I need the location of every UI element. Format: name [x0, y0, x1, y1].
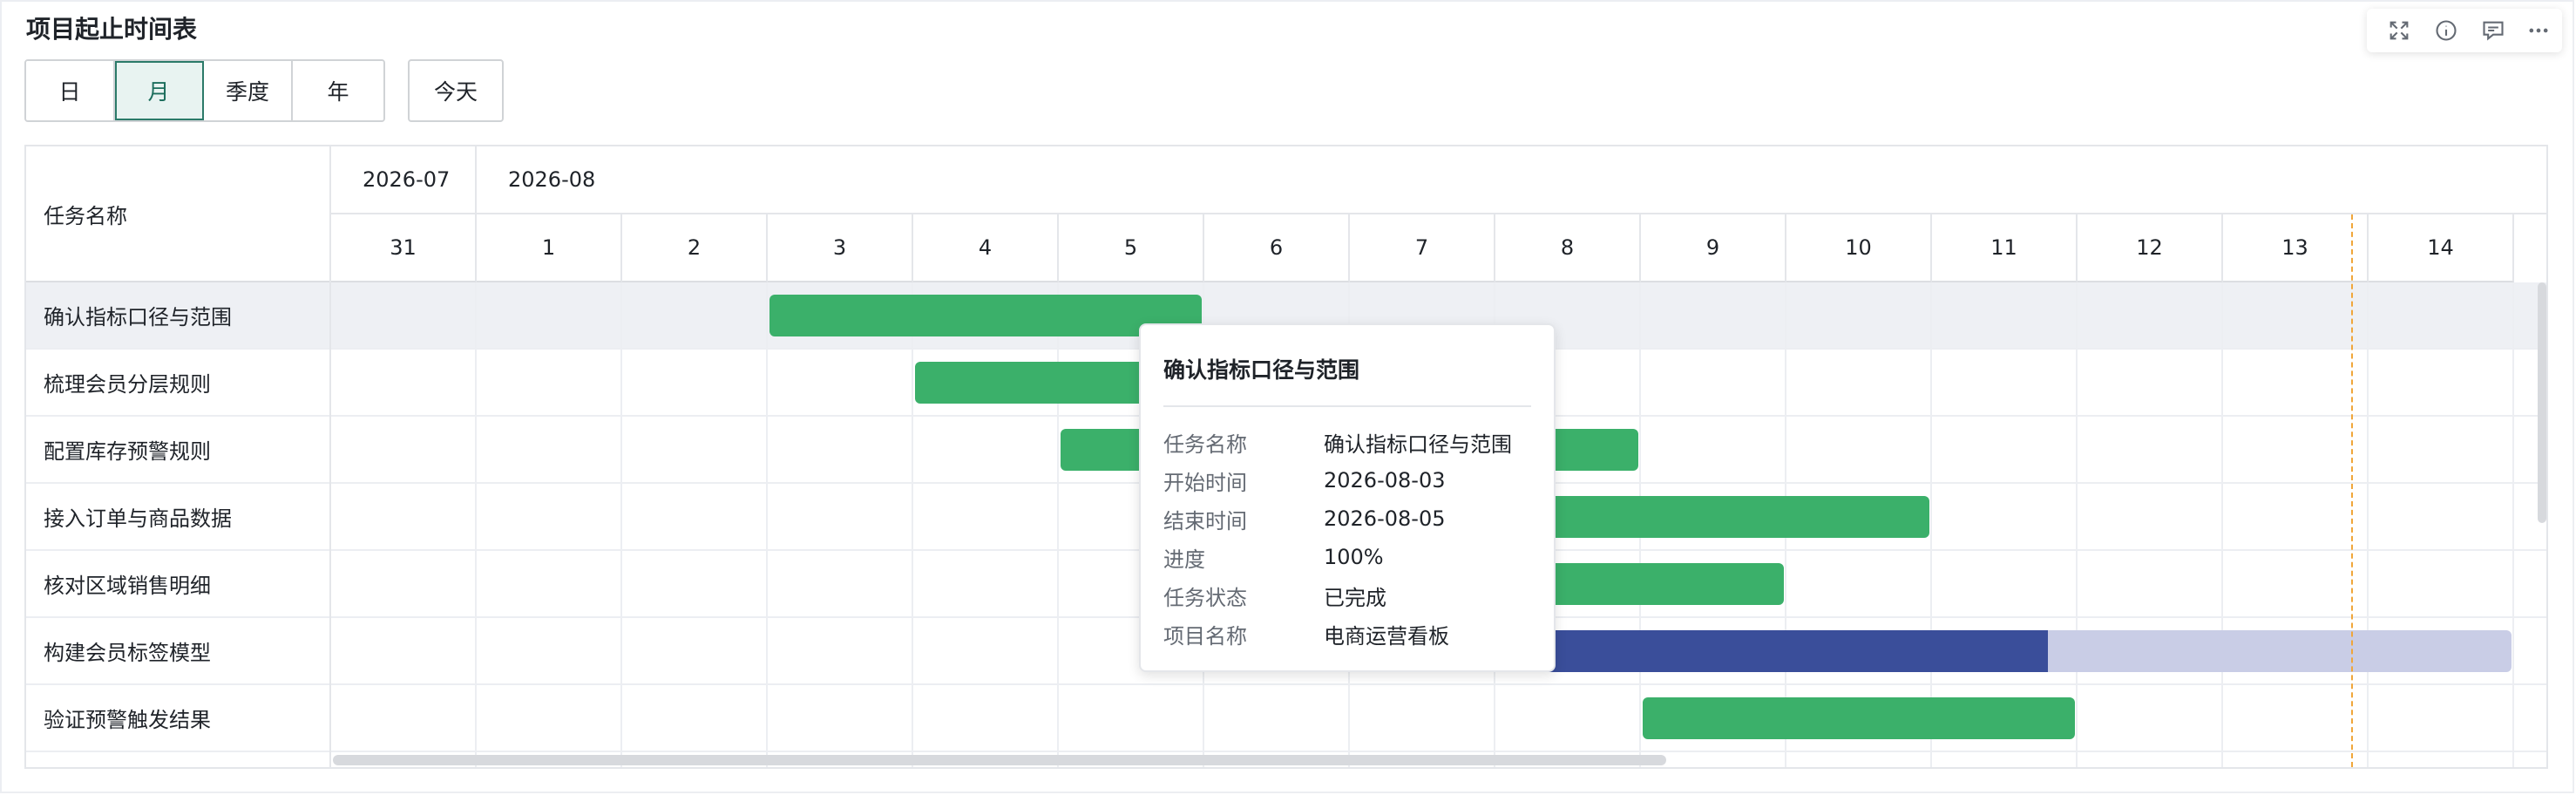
page-title: 项目起止时间表 [26, 15, 198, 44]
task-row-name[interactable]: 验证预警触发结果 [26, 685, 329, 752]
task-bar[interactable] [1643, 697, 2075, 739]
view-mode-day-button[interactable]: 日 [26, 61, 115, 120]
day-header: 2 [622, 214, 768, 282]
task-row-name[interactable]: 确认指标口径与范围 [26, 282, 329, 350]
tooltip-divider [1163, 405, 1531, 407]
grid-line [766, 282, 768, 767]
timeline-row [331, 685, 2546, 752]
task-name-header: 任务名称 [26, 146, 329, 282]
view-mode-year-button[interactable]: 年 [293, 61, 383, 120]
tooltip-value: 2026-08-03 [1324, 468, 1446, 493]
day-header: 13 [2223, 214, 2369, 282]
day-header: 5 [1059, 214, 1204, 282]
month-header: 2026-08 [477, 146, 2546, 214]
view-mode-month-button[interactable]: 月 [115, 61, 204, 120]
tooltip-key: 任务名称 [1163, 431, 1247, 457]
tooltip-key: 项目名称 [1163, 623, 1247, 649]
grid-line [1930, 282, 1932, 767]
tooltip-value: 2026-08-05 [1324, 506, 1446, 531]
task-row-name[interactable]: 梳理会员分层规则 [26, 350, 329, 417]
task-row-name[interactable]: 核对区域销售明细 [26, 551, 329, 618]
day-header: 7 [1350, 214, 1495, 282]
tooltip-row: 开始时间 2026-08-03 [1163, 461, 1531, 499]
task-tooltip: 确认指标口径与范围 任务名称 确认指标口径与范围 开始时间 2026-08-03 结束时… [1139, 323, 1556, 672]
day-header: 11 [1932, 214, 2078, 282]
day-header: 1 [477, 214, 622, 282]
task-row-name[interactable]: 构建会员标签模型 [26, 618, 329, 685]
tooltip-key: 任务状态 [1163, 585, 1247, 610]
tooltip-value: 确认指标口径与范围 [1324, 431, 1512, 457]
panel-toolbar [2367, 9, 2562, 52]
day-header: 9 [1641, 214, 1786, 282]
tooltip-title: 确认指标口径与范围 [1163, 357, 1360, 383]
grid-line [2367, 282, 2369, 767]
day-header: 10 [1786, 214, 1932, 282]
task-column: 任务名称 确认指标口径与范围 梳理会员分层规则 配置库存预警规则 接入订单与商品数据核… [26, 146, 331, 767]
view-mode-quarter-button[interactable]: 季度 [204, 61, 293, 120]
horizontal-scrollbar[interactable] [333, 755, 1666, 765]
day-header: 3 [768, 214, 913, 282]
month-header: 2026-07 [331, 146, 477, 214]
task-bar[interactable] [769, 295, 1202, 336]
day-header: 31 [331, 214, 477, 282]
tooltip-value: 100% [1324, 545, 1384, 569]
grid-line [912, 282, 913, 767]
day-header: 8 [1495, 214, 1641, 282]
tooltip-row: 项目名称 电商运营看板 [1163, 615, 1531, 653]
view-mode-switch: 日 月 季度 年 [24, 59, 385, 122]
today-button[interactable]: 今天 [408, 59, 504, 122]
tooltip-row: 任务名称 确认指标口径与范围 [1163, 423, 1531, 461]
day-header: 4 [913, 214, 1059, 282]
grid-line [1057, 282, 1059, 767]
more-icon[interactable] [2525, 17, 2552, 44]
fullscreen-icon[interactable] [2386, 17, 2412, 44]
info-icon[interactable] [2433, 17, 2459, 44]
tooltip-row: 结束时间 2026-08-05 [1163, 499, 1531, 538]
task-row-name[interactable]: 接入订单与商品数据 [26, 484, 329, 551]
vertical-scrollbar[interactable] [2538, 282, 2546, 523]
grid-line [2076, 282, 2078, 767]
day-header: 12 [2078, 214, 2223, 282]
tooltip-key: 开始时间 [1163, 470, 1247, 495]
grid-line [2221, 282, 2223, 767]
day-header: 6 [1204, 214, 1350, 282]
task-row-name[interactable]: 配置库存预警规则 [26, 417, 329, 484]
tooltip-row: 进度 100% [1163, 538, 1531, 576]
day-header: 14 [2369, 214, 2514, 282]
tooltip-key: 进度 [1163, 547, 1205, 572]
comment-icon[interactable] [2480, 17, 2506, 44]
grid-line [620, 282, 622, 767]
task-bar-remaining[interactable] [2048, 630, 2512, 672]
tooltip-key: 结束时间 [1163, 508, 1247, 533]
tooltip-value: 已完成 [1324, 585, 1386, 610]
grid-line [2512, 282, 2514, 767]
tooltip-value: 电商运营看板 [1324, 623, 1449, 649]
grid-line [475, 282, 477, 767]
tooltip-row: 任务状态 已完成 [1163, 576, 1531, 615]
today-marker-line [2351, 214, 2353, 767]
gantt-panel: 项目起止时间表 日 月 季度 年 今天 任务名称 确认指标口径与范围 梳理会员分层… [0, 0, 2576, 795]
